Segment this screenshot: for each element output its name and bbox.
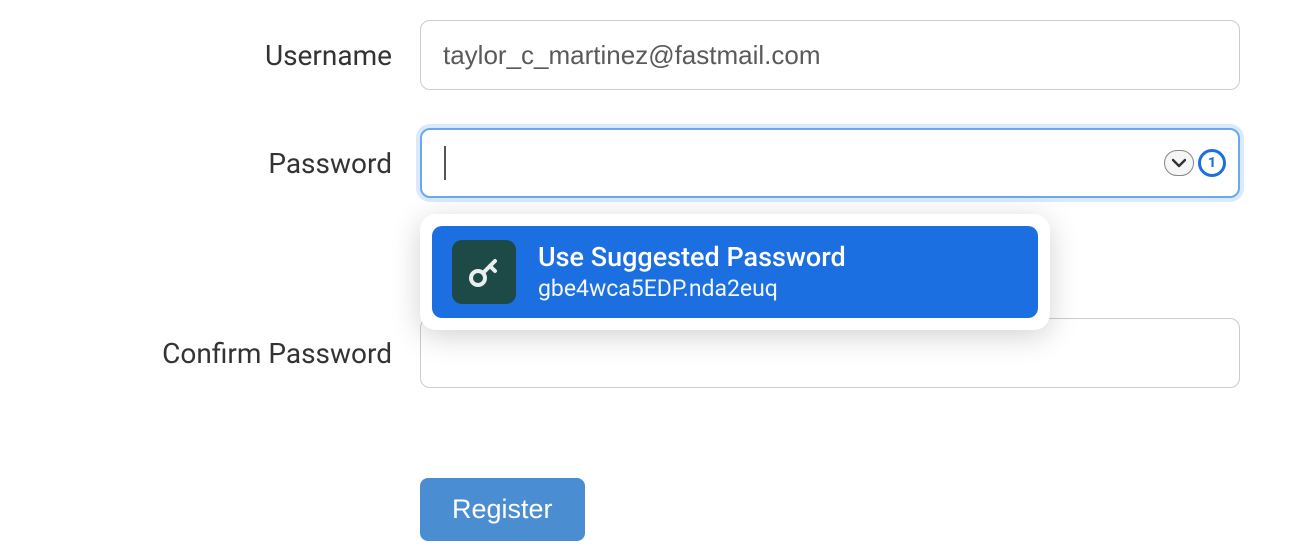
- username-input[interactable]: [420, 20, 1240, 90]
- password-label: Password: [60, 147, 420, 180]
- onepassword-icon[interactable]: 1: [1198, 149, 1226, 177]
- register-button[interactable]: Register: [420, 478, 585, 541]
- confirm-password-label: Confirm Password: [60, 337, 420, 370]
- password-autofill-controls: 1: [1164, 149, 1226, 177]
- username-input-wrap: [420, 20, 1240, 90]
- username-row: Username: [60, 20, 1240, 90]
- autofill-dropdown-button[interactable]: [1164, 150, 1194, 176]
- username-label: Username: [60, 39, 420, 72]
- password-row: Password 1: [60, 128, 1240, 198]
- suggestion-text: Use Suggested Password gbe4wca5EDP.nda2e…: [538, 242, 846, 302]
- password-input-wrap: 1: [420, 128, 1240, 198]
- password-input[interactable]: [420, 128, 1240, 198]
- text-cursor: [444, 146, 446, 180]
- use-suggested-password-item[interactable]: Use Suggested Password gbe4wca5EDP.nda2e…: [432, 226, 1038, 318]
- chevron-down-icon: [1172, 158, 1186, 168]
- suggestion-title: Use Suggested Password: [538, 242, 846, 273]
- suggestion-value: gbe4wca5EDP.nda2euq: [538, 275, 846, 302]
- password-suggestion-popup: Use Suggested Password gbe4wca5EDP.nda2e…: [420, 214, 1050, 330]
- key-icon: [452, 240, 516, 304]
